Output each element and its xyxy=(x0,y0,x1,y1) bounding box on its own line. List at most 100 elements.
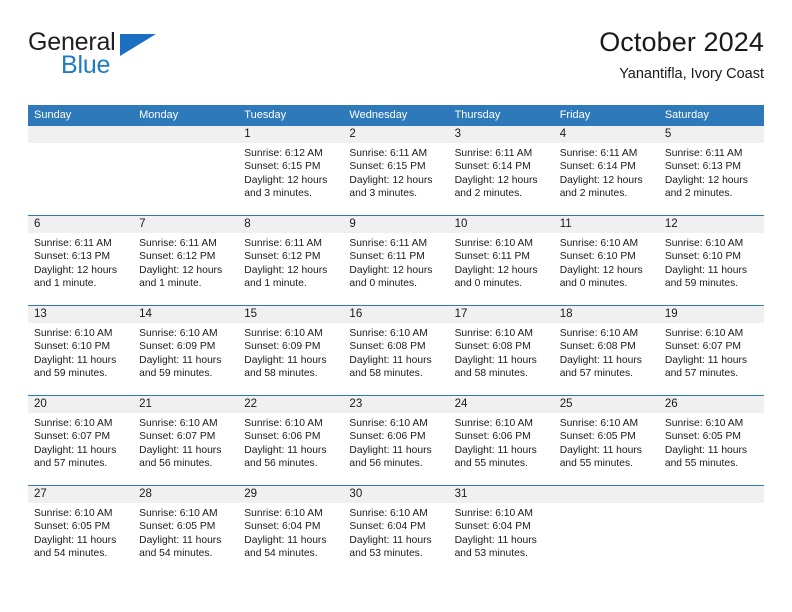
day-cell[interactable]: 19 Sunrise: 6:10 AM Sunset: 6:07 PM Dayligh… xyxy=(658,306,764,395)
day-cell[interactable]: 10 Sunrise: 6:10 AM Sunset: 6:11 PM Dayligh… xyxy=(448,216,554,305)
day-number-band: 9 xyxy=(343,216,449,233)
day-cell[interactable]: 30 Sunrise: 6:10 AM Sunset: 6:04 PM Dayligh… xyxy=(343,486,449,575)
day-number: 26 xyxy=(664,398,678,410)
daylight-text-cont: and 57 minutes. xyxy=(559,367,633,379)
day-details xyxy=(659,503,764,507)
daylight-text-cont: and 1 minute. xyxy=(34,277,97,289)
day-cell[interactable]: 21 Sunrise: 6:10 AM Sunset: 6:07 PM Dayligh… xyxy=(133,396,239,485)
day-cell[interactable]: 27 Sunrise: 6:10 AM Sunset: 6:05 PM Dayligh… xyxy=(28,486,134,575)
day-number: 6 xyxy=(34,218,41,230)
day-number: 23 xyxy=(349,398,363,410)
general-blue-logo[interactable]: General Blue xyxy=(28,30,228,86)
day-cell[interactable]: 5 Sunrise: 6:11 AM Sunset: 6:13 PM Daylight… xyxy=(658,126,764,215)
daylight-text-cont: and 56 minutes. xyxy=(244,457,318,469)
day-number-band: 29 xyxy=(238,486,344,503)
sunrise-text: Sunrise: 6:10 AM xyxy=(34,508,113,519)
day-number-band: 23 xyxy=(343,396,449,413)
day-details: Sunrise: 6:10 AM Sunset: 6:04 PM Daylight:… xyxy=(238,503,343,560)
day-cell[interactable]: 3 Sunrise: 6:11 AM Sunset: 6:14 PM Daylight… xyxy=(448,126,554,215)
day-cell[interactable]: 20 Sunrise: 6:10 AM Sunset: 6:07 PM Dayligh… xyxy=(28,396,134,485)
day-cell[interactable]: 15 Sunrise: 6:10 AM Sunset: 6:09 PM Dayligh… xyxy=(238,306,344,395)
day-number: 14 xyxy=(139,308,152,320)
sunrise-text: Sunrise: 6:10 AM xyxy=(454,508,533,519)
day-cell[interactable]: 22 Sunrise: 6:10 AM Sunset: 6:06 PM Dayligh… xyxy=(238,396,344,485)
sunrise-text: Sunrise: 6:10 AM xyxy=(454,328,533,339)
day-cell[interactable]: 9 Sunrise: 6:11 AM Sunset: 6:11 PM Daylight… xyxy=(343,216,449,305)
sunset-text: Sunset: 6:11 PM xyxy=(349,251,425,263)
daylight-text: Daylight: 11 hours xyxy=(34,354,117,366)
day-cell[interactable]: 31 Sunrise: 6:10 AM Sunset: 6:04 PM Dayligh… xyxy=(448,486,554,575)
daylight-text-cont: and 3 minutes. xyxy=(349,187,417,199)
sunrise-text: Sunrise: 6:10 AM xyxy=(244,418,323,429)
day-cell[interactable]: 6 Sunrise: 6:11 AM Sunset: 6:13 PM Daylight… xyxy=(28,216,134,305)
day-cell[interactable]: 28 Sunrise: 6:10 AM Sunset: 6:05 PM Dayligh… xyxy=(133,486,239,575)
day-cell[interactable]: 11 Sunrise: 6:10 AM Sunset: 6:10 PM Dayligh… xyxy=(553,216,659,305)
sunset-text: Sunset: 6:12 PM xyxy=(244,251,321,263)
daylight-text-cont: and 55 minutes. xyxy=(559,457,633,469)
day-cell[interactable]: 2 Sunrise: 6:11 AM Sunset: 6:15 PM Daylight… xyxy=(343,126,449,215)
day-cell[interactable]: 1 Sunrise: 6:12 AM Sunset: 6:15 PM Daylight… xyxy=(238,126,344,215)
day-number-band xyxy=(553,486,659,503)
day-cell[interactable]: 7 Sunrise: 6:11 AM Sunset: 6:12 PM Daylight… xyxy=(133,216,239,305)
day-details: Sunrise: 6:10 AM Sunset: 6:10 PM Daylight:… xyxy=(554,233,659,290)
day-cell[interactable]: 24 Sunrise: 6:10 AM Sunset: 6:06 PM Dayligh… xyxy=(448,396,554,485)
day-details: Sunrise: 6:11 AM Sunset: 6:14 PM Daylight:… xyxy=(449,143,554,200)
page-header: General Blue October 2024 Yanantifla, Iv… xyxy=(28,26,764,98)
day-cell[interactable]: 14 Sunrise: 6:10 AM Sunset: 6:09 PM Dayligh… xyxy=(133,306,239,395)
day-details: Sunrise: 6:10 AM Sunset: 6:10 PM Daylight:… xyxy=(659,233,764,290)
day-cell[interactable]: 12 Sunrise: 6:10 AM Sunset: 6:10 PM Dayligh… xyxy=(658,216,764,305)
day-number: 22 xyxy=(244,398,258,410)
day-cell[interactable]: 18 Sunrise: 6:10 AM Sunset: 6:08 PM Dayligh… xyxy=(553,306,659,395)
sunset-text: Sunset: 6:07 PM xyxy=(664,341,741,353)
daylight-text: Daylight: 11 hours xyxy=(349,354,432,366)
daylight-text-cont: and 2 minutes. xyxy=(664,187,733,199)
day-cell[interactable]: 25 Sunrise: 6:10 AM Sunset: 6:05 PM Dayligh… xyxy=(553,396,659,485)
day-cell[interactable]: 16 Sunrise: 6:10 AM Sunset: 6:08 PM Dayligh… xyxy=(343,306,449,395)
sunset-text: Sunset: 6:09 PM xyxy=(139,341,216,353)
day-number-band: 5 xyxy=(658,126,764,143)
day-number-band: 27 xyxy=(28,486,134,503)
day-number-band: 10 xyxy=(448,216,554,233)
day-cell[interactable]: 13 Sunrise: 6:10 AM Sunset: 6:10 PM Dayligh… xyxy=(28,306,134,395)
day-details: Sunrise: 6:10 AM Sunset: 6:05 PM Daylight:… xyxy=(659,413,764,470)
day-details xyxy=(133,143,238,147)
day-number-band: 22 xyxy=(238,396,344,413)
daylight-text-cont: and 56 minutes. xyxy=(139,457,213,469)
weekday-header-sunday: Sunday xyxy=(34,109,72,121)
day-number: 25 xyxy=(559,398,573,410)
daylight-text: Daylight: 11 hours xyxy=(139,354,222,366)
sunset-text: Sunset: 6:10 PM xyxy=(559,251,636,263)
sunset-text: Sunset: 6:07 PM xyxy=(34,431,111,443)
sunset-text: Sunset: 6:10 PM xyxy=(664,251,741,263)
sunset-text: Sunset: 6:05 PM xyxy=(139,521,216,533)
day-details: Sunrise: 6:11 AM Sunset: 6:11 PM Daylight:… xyxy=(343,233,448,290)
sunrise-text: Sunrise: 6:11 AM xyxy=(139,238,217,249)
sunset-text: Sunset: 6:04 PM xyxy=(349,521,426,533)
daylight-text: Daylight: 12 hours xyxy=(34,264,117,276)
sunrise-text: Sunrise: 6:10 AM xyxy=(454,418,533,429)
daylight-text-cont: and 59 minutes. xyxy=(139,367,213,379)
sunrise-text: Sunrise: 6:11 AM xyxy=(349,238,428,249)
week-row: 27 Sunrise: 6:10 AM Sunset: 6:05 PM Dayligh… xyxy=(28,485,764,575)
day-number-band: 30 xyxy=(343,486,449,503)
day-cell[interactable]: 23 Sunrise: 6:10 AM Sunset: 6:06 PM Dayligh… xyxy=(343,396,449,485)
day-cell[interactable]: 29 Sunrise: 6:10 AM Sunset: 6:04 PM Dayligh… xyxy=(238,486,344,575)
sunrise-text: Sunrise: 6:10 AM xyxy=(244,508,323,519)
day-cell[interactable]: 4 Sunrise: 6:11 AM Sunset: 6:14 PM Daylight… xyxy=(553,126,659,215)
day-cell[interactable]: 17 Sunrise: 6:10 AM Sunset: 6:08 PM Dayligh… xyxy=(448,306,554,395)
daylight-text: Daylight: 12 hours xyxy=(454,264,538,276)
day-details: Sunrise: 6:11 AM Sunset: 6:14 PM Daylight:… xyxy=(554,143,659,200)
day-number-band xyxy=(28,126,134,143)
day-cell[interactable]: 8 Sunrise: 6:11 AM Sunset: 6:12 PM Daylight… xyxy=(238,216,344,305)
day-number-band: 14 xyxy=(133,306,239,323)
day-details: Sunrise: 6:10 AM Sunset: 6:04 PM Daylight:… xyxy=(449,503,554,560)
daylight-text-cont: and 58 minutes. xyxy=(454,367,528,379)
day-details: Sunrise: 6:10 AM Sunset: 6:07 PM Daylight:… xyxy=(28,413,133,470)
day-number-band: 6 xyxy=(28,216,134,233)
day-details: Sunrise: 6:11 AM Sunset: 6:13 PM Daylight:… xyxy=(659,143,764,200)
day-number: 27 xyxy=(34,488,47,500)
daylight-text-cont: and 55 minutes. xyxy=(664,457,739,469)
day-cell[interactable]: 26 Sunrise: 6:10 AM Sunset: 6:05 PM Dayligh… xyxy=(658,396,764,485)
day-details xyxy=(28,143,133,147)
day-details: Sunrise: 6:10 AM Sunset: 6:06 PM Daylight:… xyxy=(449,413,554,470)
